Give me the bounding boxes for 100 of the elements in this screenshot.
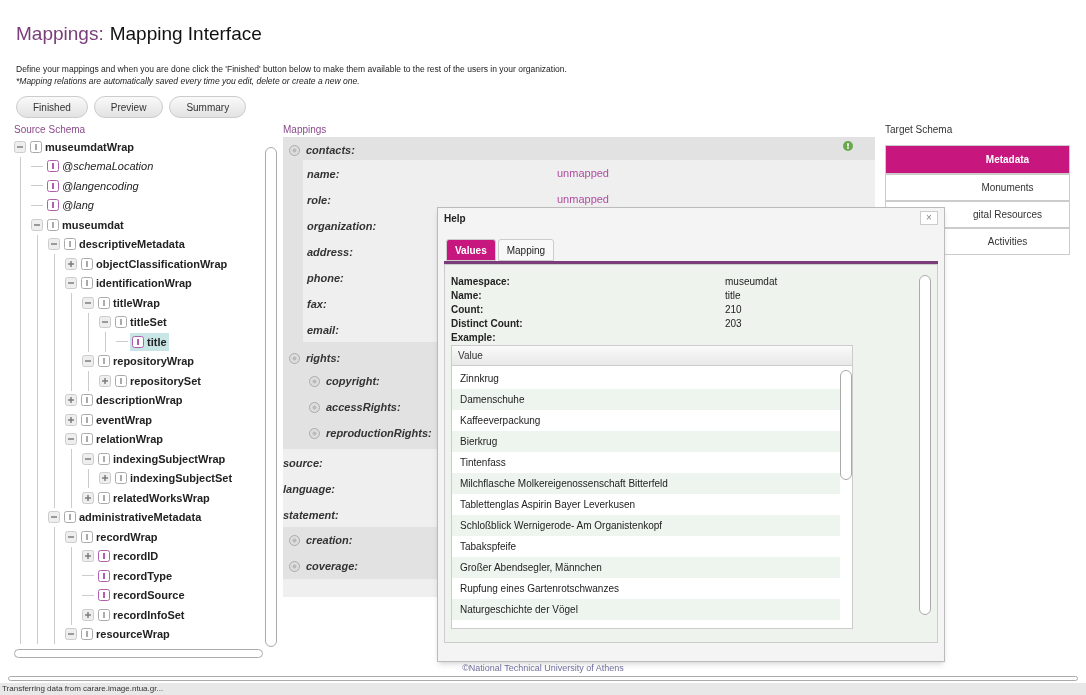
tree-item[interactable]: objectClassificationWrap (79, 254, 230, 273)
node-icon (47, 160, 59, 173)
table-cell[interactable]: Milchflasche Molkereigenossenschaft Bitterfeld (452, 473, 840, 494)
tree-item[interactable]: indexingSubjectWrap (96, 449, 228, 468)
info-value: 203 (725, 317, 742, 331)
mapping-label: phone: (307, 272, 344, 284)
collapse-icon[interactable] (65, 277, 77, 290)
tree-item[interactable]: titleSet (113, 313, 169, 332)
tree-item[interactable]: titleWrap (96, 293, 162, 312)
collapse-icon[interactable] (99, 316, 111, 329)
collapse-icon[interactable] (82, 355, 94, 368)
autosave-note: *Mapping relations are automatically saved every time you edit, delete or create a new one. (16, 75, 361, 88)
tree-item[interactable]: eventWrap (79, 410, 155, 429)
bullet-icon[interactable] (309, 427, 320, 439)
scrollbar[interactable] (14, 649, 263, 658)
target-tab[interactable]: Metadata (885, 145, 1070, 174)
toolbar-button[interactable]: Preview (93, 96, 164, 118)
node-icon (81, 530, 93, 543)
tree-item[interactable]: @schemaLocation (45, 157, 156, 176)
table-cell[interactable]: Großer Abendsegler, Männchen (452, 557, 840, 578)
collapse-icon[interactable] (65, 433, 77, 446)
tree-item[interactable]: @langencoding (45, 176, 141, 195)
tree-item[interactable]: recordID (96, 547, 161, 566)
expand-icon[interactable] (99, 374, 111, 387)
tree-item[interactable]: title (130, 332, 169, 351)
scrollbar[interactable] (919, 275, 931, 615)
collapse-icon[interactable] (48, 238, 60, 251)
tree-item[interactable]: relatedWorksWrap (96, 488, 212, 507)
tree-item[interactable]: relationWrap (79, 430, 166, 449)
collapse-icon[interactable] (82, 452, 94, 465)
info-label: Distinct Count: (451, 317, 524, 331)
bullet-icon[interactable] (289, 560, 300, 572)
expand-icon[interactable] (99, 472, 111, 485)
info-value: title (725, 289, 741, 303)
toolbar-button[interactable]: Summary (169, 96, 247, 118)
node-icon (64, 238, 76, 251)
mapping-label: copyright: (326, 373, 380, 389)
mapping-label: email: (307, 324, 339, 336)
tree-item[interactable]: identificationWrap (79, 274, 194, 293)
mapping-label: address: (307, 246, 353, 258)
tree-item[interactable]: descriptionWrap (79, 391, 185, 410)
tree-item[interactable]: museumdat (45, 215, 126, 234)
collapse-icon[interactable] (65, 530, 77, 543)
node-icon (81, 277, 93, 290)
toolbar-button[interactable]: Finished (16, 96, 88, 118)
bullet-icon[interactable] (289, 144, 300, 156)
tree-item[interactable]: recordWrap (79, 527, 160, 546)
node-icon (98, 452, 110, 465)
dialog-tab[interactable]: Values (446, 239, 496, 261)
dialog-tab[interactable]: Mapping (497, 239, 555, 261)
tree-item[interactable]: recordInfoSet (96, 605, 187, 624)
scrollbar[interactable] (265, 147, 277, 647)
mapping-label: rights: (306, 350, 341, 366)
table-cell[interactable]: Bierkrug (452, 431, 840, 452)
tree-item[interactable]: indexingSubjectSet (113, 469, 235, 488)
expand-icon[interactable] (65, 413, 77, 426)
collapse-icon[interactable] (65, 628, 77, 641)
expand-icon[interactable] (65, 394, 77, 407)
tree-item[interactable]: recordType (96, 566, 175, 585)
mapping-value[interactable]: unmapped (557, 190, 609, 208)
help-icon[interactable] (843, 141, 853, 151)
tree-item[interactable]: resourceWrap (79, 625, 172, 644)
mapping-label: reproductionRights: (326, 425, 432, 441)
node-icon (81, 628, 93, 641)
info-label: Name: (451, 289, 483, 303)
expand-icon[interactable] (82, 608, 94, 621)
table-cell[interactable]: Schloßblick Wernigerode- Am Organistenkopf (452, 515, 840, 536)
intro-text: Define your mappings and when you are done click the 'Finished' button below to make them available to the rest of the users in your organization. (16, 62, 568, 76)
table-cell[interactable]: Naturgeschichte der Vögel (452, 599, 840, 620)
bullet-icon[interactable] (309, 401, 320, 413)
scrollbar[interactable] (8, 675, 1078, 681)
collapse-icon[interactable] (31, 218, 43, 231)
bullet-icon[interactable] (309, 375, 320, 387)
collapse-icon[interactable] (48, 511, 60, 524)
collapse-icon[interactable] (82, 296, 94, 309)
tree-item[interactable]: descriptiveMetadata (62, 235, 187, 254)
collapse-icon[interactable] (14, 140, 26, 153)
mapping-value[interactable]: unmapped (557, 164, 609, 182)
column-header[interactable]: Value (452, 346, 852, 366)
mapping-label: coverage: (306, 558, 358, 574)
info-value: 210 (725, 303, 742, 317)
node-icon (98, 355, 110, 368)
expand-icon[interactable] (82, 491, 94, 504)
bullet-icon[interactable] (289, 534, 300, 546)
tree-item[interactable]: museumdatWrap (28, 137, 137, 156)
expand-icon[interactable] (82, 550, 94, 563)
tree-item[interactable]: recordSource (96, 586, 187, 605)
tree-item[interactable]: repositorySet (113, 371, 203, 390)
expand-icon[interactable] (65, 257, 77, 270)
tree-item[interactable]: administrativeMetadata (62, 508, 204, 527)
bullet-icon[interactable] (289, 352, 300, 364)
tree-item[interactable]: @lang (45, 196, 96, 215)
scrollbar[interactable] (840, 370, 852, 480)
table-cell[interactable]: Damenschuhe (452, 389, 840, 410)
close-button[interactable]: × (920, 211, 938, 225)
mapping-label: name: (307, 168, 340, 180)
info-label: Example: (451, 331, 497, 345)
tree-item[interactable]: repositoryWrap (96, 352, 197, 371)
panel-heading: Source Schema (14, 123, 87, 137)
target-tab[interactable]: Monuments (885, 174, 1070, 201)
